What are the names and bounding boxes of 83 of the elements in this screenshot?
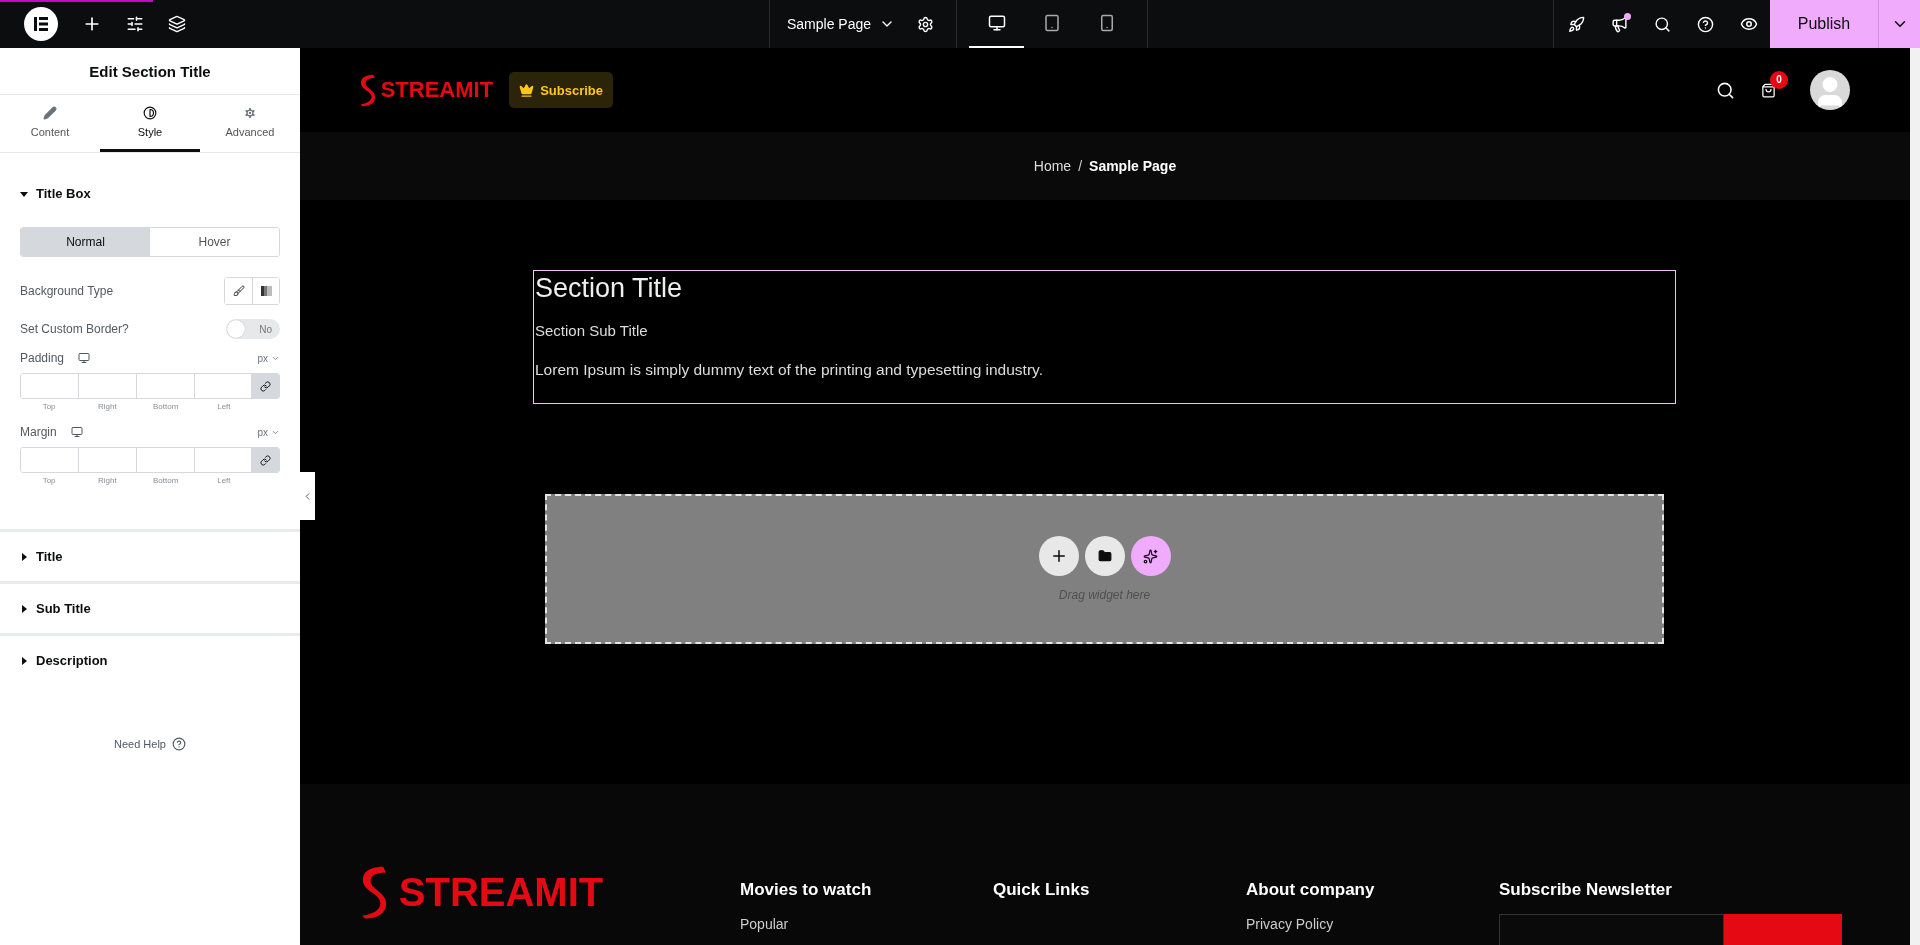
- template-library-button[interactable]: [1084, 536, 1125, 576]
- footer-heading: Movies to watch: [740, 880, 873, 900]
- input-field[interactable]: [21, 448, 79, 472]
- input-field[interactable]: [21, 374, 79, 398]
- section-toggle[interactable]: Title Box: [0, 153, 300, 215]
- search-button[interactable]: [1716, 80, 1735, 100]
- page-settings-button[interactable]: [917, 15, 935, 33]
- side-label: Left: [216, 402, 232, 411]
- footer-heading: Quick Links: [993, 880, 1091, 900]
- panel-tab[interactable]: Style: [100, 95, 200, 152]
- caret-icon: [20, 552, 28, 561]
- brand-name: STREAMIT: [398, 869, 604, 915]
- megaphone-button[interactable]: [1611, 15, 1628, 33]
- search-button[interactable]: [1654, 15, 1671, 33]
- footer-link[interactable]: Privacy Policy: [1246, 916, 1499, 932]
- sparkles-icon: [1143, 548, 1158, 564]
- side-label: Top: [41, 476, 57, 485]
- side-label: Right: [97, 402, 118, 411]
- brush-icon: [232, 285, 245, 297]
- scrollbar[interactable]: [1910, 48, 1920, 945]
- side-label: Right: [97, 476, 118, 485]
- gradient-icon: [260, 286, 272, 296]
- panel-tab[interactable]: Content: [0, 95, 100, 152]
- section-subtitle: Section Sub Title: [535, 322, 649, 339]
- desktop-icon: [987, 14, 1006, 32]
- desktop-icon: [78, 352, 91, 364]
- caret-icon: [20, 656, 28, 665]
- link-icon: [260, 380, 271, 392]
- section-description: Lorem Ipsum is simply dummy text of the printing and typesetting industry.: [535, 361, 1044, 379]
- brand-name: STREAMIT: [380, 77, 494, 103]
- field-label: Set Custom Border?: [20, 322, 129, 336]
- footer-heading: About company: [1246, 880, 1376, 900]
- settings-icon: [243, 106, 257, 120]
- side-label: Bottom: [151, 402, 180, 411]
- settings-sliders-button[interactable]: [126, 15, 144, 33]
- field-label: Margin: [20, 425, 57, 439]
- breadcrumb-link[interactable]: Home: [1033, 158, 1072, 174]
- page-select[interactable]: Sample Page: [770, 0, 896, 48]
- publish-button[interactable]: Publish: [1770, 0, 1878, 48]
- field-label: Background Type: [20, 284, 114, 298]
- bag-icon[interactable]: [1761, 82, 1776, 98]
- side-label: Bottom: [151, 476, 180, 485]
- footer-link[interactable]: Popular: [740, 916, 993, 932]
- crown-icon: [519, 82, 535, 98]
- layers-icon: [168, 15, 186, 33]
- unit-select[interactable]: px: [257, 426, 280, 438]
- panel-tab[interactable]: Advanced: [200, 95, 300, 152]
- unit-select[interactable]: px: [257, 352, 280, 364]
- field-label: Padding: [20, 351, 65, 365]
- footer-heading: Subscribe Newsletter: [1499, 880, 1673, 900]
- preview-button[interactable]: [1740, 15, 1758, 33]
- tablet-icon: [1043, 14, 1062, 32]
- side-label: Left: [216, 476, 232, 485]
- state-tab[interactable]: Normal: [21, 228, 150, 256]
- section-title: Section Title: [535, 273, 684, 304]
- email-field[interactable]: [1499, 914, 1724, 945]
- sliders-icon: [126, 15, 144, 33]
- pencil-icon: [43, 106, 57, 120]
- cart-count: 0: [1770, 70, 1788, 89]
- link-values-button[interactable]: [252, 374, 279, 398]
- contrast-icon: [143, 106, 157, 120]
- caret-icon: [20, 604, 28, 613]
- app-logo-icon[interactable]: [24, 7, 58, 41]
- layers-button[interactable]: [168, 15, 186, 33]
- brand-logo-icon: [358, 73, 377, 107]
- help-button[interactable]: [1697, 15, 1714, 33]
- link-icon: [260, 454, 271, 466]
- link-values-button[interactable]: [252, 448, 279, 472]
- rocket-button[interactable]: [1568, 15, 1585, 33]
- breadcrumb-link[interactable]: Sample Page: [1089, 158, 1177, 174]
- section-title-widget[interactable]: Section Title Section Sub Title Lorem Ipsum is simply dummy text of the printing and typesetting industry.: [533, 270, 1676, 404]
- caret-icon: [20, 189, 28, 198]
- breadcrumb-separator: /: [1078, 158, 1083, 174]
- desktop-icon: [70, 426, 83, 438]
- add-section-button[interactable]: [1038, 536, 1079, 576]
- help-link[interactable]: Need Help: [114, 737, 186, 751]
- help-icon: [172, 737, 186, 751]
- folder-icon: [1097, 549, 1112, 563]
- toggle-switch[interactable]: No: [226, 319, 280, 339]
- avatar[interactable]: [1810, 70, 1850, 110]
- subscribe-button[interactable]: Subscribe: [509, 72, 613, 108]
- ai-button[interactable]: [1130, 536, 1171, 576]
- side-label: Top: [41, 402, 57, 411]
